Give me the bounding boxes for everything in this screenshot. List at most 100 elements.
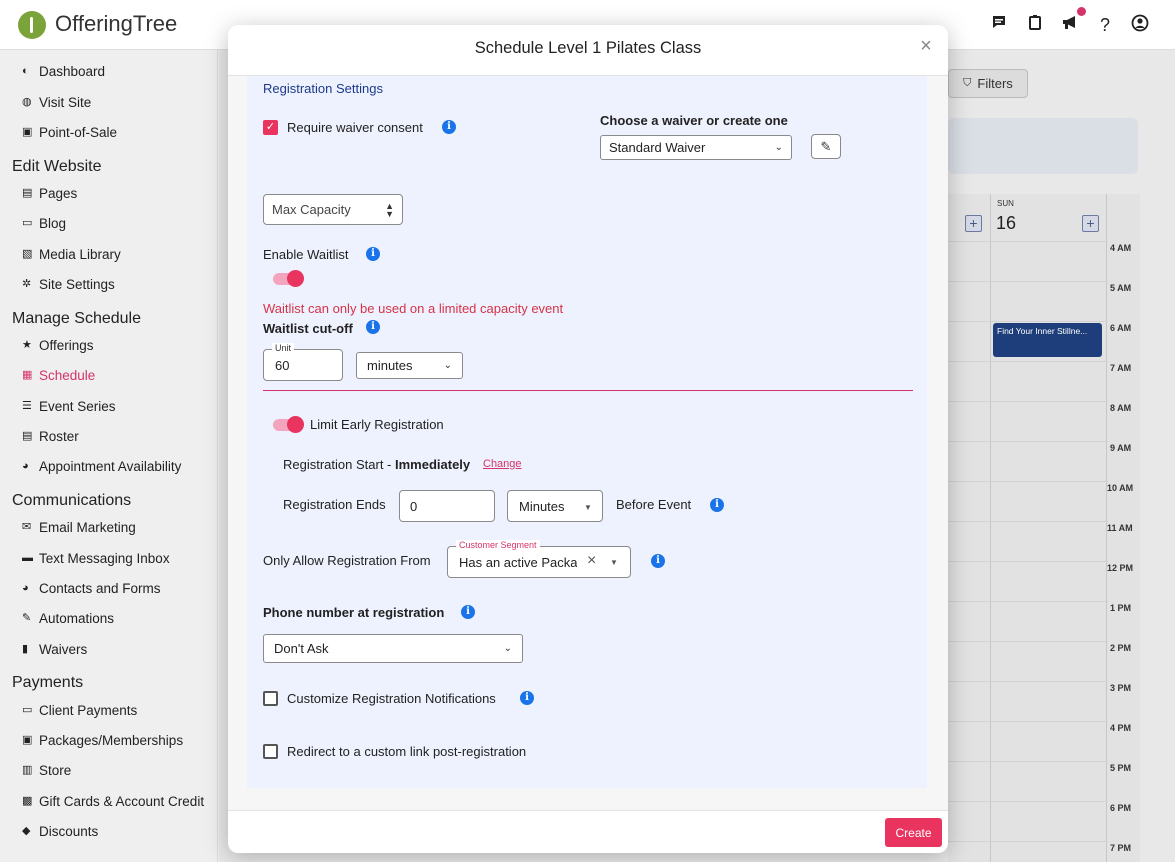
roster-icon: ▤ bbox=[22, 429, 33, 442]
filters-label: Filters bbox=[977, 76, 1013, 91]
sidebar-item-label: Appointment Availability bbox=[39, 458, 182, 474]
sidebar-item[interactable]: ▭ Client Payments bbox=[22, 700, 137, 720]
sidebar-item-label: Contacts and Forms bbox=[39, 580, 161, 596]
chevron-down-icon: ⌄ bbox=[503, 643, 512, 654]
hour-gridline bbox=[948, 601, 1108, 602]
info-icon[interactable]: i bbox=[461, 605, 475, 619]
sidebar-item[interactable]: ★ Offerings bbox=[22, 335, 94, 355]
phone-select-value: Don't Ask bbox=[274, 641, 329, 656]
sidebar-item[interactable]: ✎ Automations bbox=[22, 608, 114, 628]
sidebar-item[interactable]: ◐ Dashboard bbox=[22, 61, 105, 81]
registration-ends-unit-select[interactable]: Minutes ▼ bbox=[507, 490, 603, 522]
cutoff-unit-value: 60 bbox=[275, 358, 290, 373]
contacts-icon: ◕ bbox=[22, 581, 29, 594]
sidebar-item[interactable]: ▦ Schedule bbox=[22, 365, 95, 385]
capacity-select[interactable]: Max Capacity ▲ ▼ bbox=[263, 194, 403, 225]
cutoff-unit-input[interactable]: Unit 60 bbox=[263, 343, 343, 381]
create-button[interactable]: Create bbox=[885, 818, 942, 847]
sidebar-item[interactable]: ◕ Appointment Availability bbox=[22, 456, 181, 476]
limit-early-label: Limit Early Registration bbox=[310, 417, 444, 432]
sort-arrows-icon: ▲ ▼ bbox=[385, 200, 394, 219]
app-name: OfferingTree bbox=[55, 11, 178, 36]
waitlist-toggle[interactable] bbox=[273, 270, 304, 287]
waitlist-error: Waitlist can only be used on a limited c… bbox=[263, 301, 564, 316]
sidebar-item[interactable]: ◆ Discounts bbox=[22, 821, 98, 841]
sidebar-item[interactable]: ☰ Event Series bbox=[22, 396, 116, 416]
sidebar-item[interactable]: ▥ Store bbox=[22, 760, 71, 780]
sidebar-item[interactable]: ▣ Packages/Memberships bbox=[22, 730, 183, 750]
sidebar-item[interactable]: ✉ Email Marketing bbox=[22, 517, 136, 537]
clipboard-icon[interactable] bbox=[1024, 14, 1046, 36]
sidebar-section-title: Edit Website bbox=[12, 158, 102, 175]
add-event-button[interactable]: + bbox=[965, 215, 982, 232]
caret-down-icon[interactable]: ▼ bbox=[610, 558, 618, 567]
sidebar-item-label: Schedule bbox=[39, 367, 96, 383]
add-event-button[interactable]: + bbox=[1082, 215, 1099, 232]
require-waiver-label: Require waiver consent bbox=[287, 120, 423, 135]
hour-gridline bbox=[948, 561, 1108, 562]
caret-down-icon: ▼ bbox=[584, 503, 592, 512]
hour-gridline bbox=[948, 521, 1108, 522]
phone-select[interactable]: Don't Ask ⌄ bbox=[263, 634, 523, 663]
sidebar-item[interactable]: ▤ Roster bbox=[22, 426, 79, 446]
pencil-icon: ✎ bbox=[820, 139, 832, 154]
sidebar-item[interactable]: ▮ Waivers bbox=[22, 639, 87, 659]
waiver-select[interactable]: Standard Waiver ⌄ bbox=[600, 135, 792, 160]
sidebar-item[interactable]: ▤ Pages bbox=[22, 183, 77, 203]
customize-notifications-label: Customize Registration Notifications bbox=[287, 691, 496, 706]
people-icon: ◕ bbox=[22, 459, 29, 472]
hour-gridline bbox=[948, 721, 1108, 722]
sidebar-item[interactable]: ▣ Point-of-Sale bbox=[22, 122, 117, 142]
hour-gridline bbox=[948, 441, 1108, 442]
sidebar-item[interactable]: ✲ Site Settings bbox=[22, 274, 115, 294]
sidebar-item[interactable]: ▩ Gift Cards & Account Credit bbox=[22, 791, 204, 811]
customer-segment-select[interactable]: Customer Segment Has an active Packag × … bbox=[447, 540, 631, 578]
hour-gridline bbox=[948, 321, 1108, 322]
info-icon[interactable]: i bbox=[366, 247, 380, 261]
close-button[interactable]: × bbox=[917, 36, 935, 56]
sidebar-item[interactable]: ▭ Blog bbox=[22, 213, 66, 233]
sidebar-item-label: Visit Site bbox=[39, 94, 92, 110]
customize-notifications-checkbox[interactable] bbox=[263, 691, 278, 706]
segment-floating-label: Customer Segment bbox=[456, 540, 540, 550]
toggle-knob bbox=[287, 416, 304, 433]
only-allow-label: Only Allow Registration From bbox=[263, 553, 431, 568]
edit-waiver-button[interactable]: ✎ bbox=[811, 134, 841, 159]
hour-label: 4 AM bbox=[1110, 243, 1132, 253]
sidebar-item[interactable]: ▬ Text Messaging Inbox bbox=[22, 548, 170, 568]
register-icon: ▣ bbox=[22, 125, 33, 138]
sidebar-item-label: Offerings bbox=[39, 337, 94, 353]
change-link[interactable]: Change bbox=[483, 458, 522, 470]
megaphone-icon[interactable] bbox=[1059, 14, 1081, 36]
chat-icon[interactable] bbox=[988, 14, 1010, 36]
info-icon[interactable]: i bbox=[520, 691, 534, 705]
info-icon[interactable]: i bbox=[710, 498, 724, 512]
info-icon[interactable]: i bbox=[366, 320, 380, 334]
calendar-event[interactable]: Find Your Inner Stillne... bbox=[993, 323, 1102, 357]
sidebar-item[interactable]: ◕ Contacts and Forms bbox=[22, 578, 161, 598]
registration-start-value: Immediately bbox=[395, 457, 471, 472]
redirect-checkbox[interactable] bbox=[263, 744, 278, 759]
hour-label: 6 PM bbox=[1110, 803, 1132, 813]
account-icon[interactable] bbox=[1129, 14, 1151, 36]
cutoff-unit-select[interactable]: minutes ⌄ bbox=[356, 352, 463, 379]
waiver-choose-label: Choose a waiver or create one bbox=[600, 113, 788, 128]
tag-icon: ◆ bbox=[22, 824, 31, 837]
modal-title: Schedule Level 1 Pilates Class bbox=[474, 39, 702, 57]
limit-early-toggle[interactable] bbox=[273, 416, 304, 433]
info-icon[interactable]: i bbox=[651, 554, 665, 568]
sidebar-item[interactable]: ▧ Media Library bbox=[22, 244, 121, 264]
toggle-knob bbox=[287, 270, 304, 287]
sidebar-item[interactable]: ◍ Visit Site bbox=[22, 92, 91, 112]
sidebar-item-label: Gift Cards & Account Credit bbox=[39, 793, 205, 809]
sidebar-item-label: Event Series bbox=[39, 398, 116, 414]
registration-ends-input[interactable]: 0 bbox=[399, 490, 495, 522]
globe-icon: ◍ bbox=[22, 95, 32, 108]
clear-icon[interactable]: × bbox=[587, 552, 596, 570]
require-waiver-checkbox[interactable]: ✓ bbox=[263, 120, 278, 135]
registration-start-label: Registration Start - bbox=[283, 457, 395, 472]
help-icon[interactable]: ? bbox=[1094, 14, 1116, 36]
filters-button[interactable]: ⛉ Filters bbox=[948, 69, 1028, 98]
info-icon[interactable]: i bbox=[442, 120, 456, 134]
notification-badge bbox=[1077, 7, 1086, 16]
